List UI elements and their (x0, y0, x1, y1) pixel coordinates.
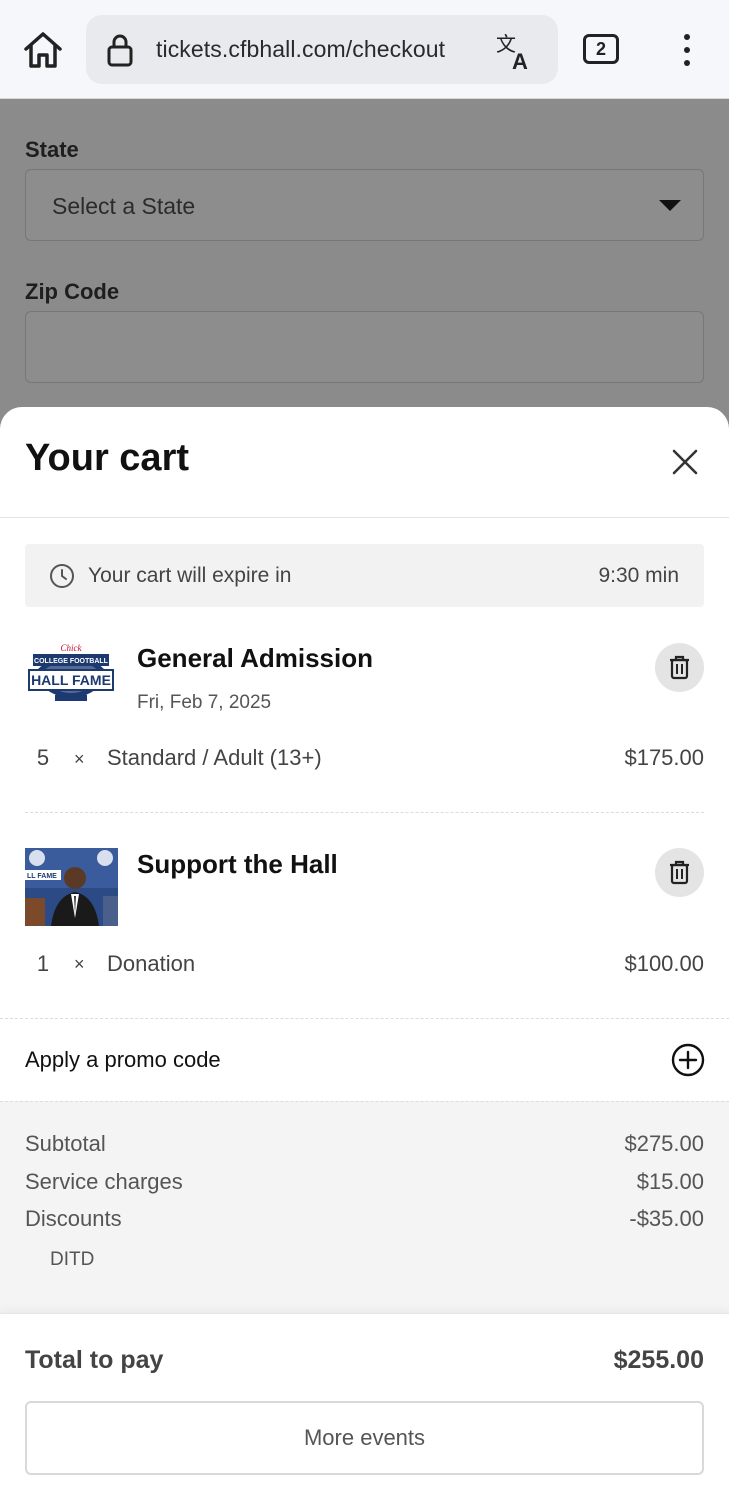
url-text[interactable]: tickets.cfbhall.com/checkout (156, 15, 445, 84)
svg-text:A: A (512, 49, 528, 71)
expiry-label: Your cart will expire in (88, 564, 292, 587)
line-quantity: 5 (36, 745, 50, 770)
chevron-down-icon (659, 200, 681, 211)
times-symbol: × (74, 749, 85, 769)
svg-text:COLLEGE FOOTBALL: COLLEGE FOOTBALL (34, 658, 109, 665)
service-charges-value: $15.00 (636, 1169, 704, 1194)
cart-expiry-banner: Your cart will expire in 9:30 min (25, 544, 704, 607)
state-select-placeholder: Select a State (52, 193, 196, 219)
times-symbol: × (74, 954, 85, 974)
expiry-timer: 9:30 min (598, 564, 679, 587)
summary-divider (0, 1101, 729, 1102)
discounts-value: -$35.00 (629, 1206, 704, 1231)
discount-code: DITD (50, 1249, 95, 1270)
checkout-form-background: State Select a State Zip Code (0, 99, 729, 419)
discounts-label: Discounts (25, 1206, 122, 1231)
lock-icon[interactable] (106, 32, 134, 68)
line-price: $100.00 (624, 951, 704, 976)
order-summary: Subtotal $275.00 Service charges $15.00 … (0, 1101, 729, 1313)
hall-of-fame-logo: HALL FAME COLLEGE FOOTBALL Chick (25, 640, 118, 720)
svg-text:LL FAME: LL FAME (27, 873, 57, 880)
subtotal-value: $275.00 (624, 1131, 704, 1156)
total-value: $255.00 (613, 1346, 704, 1374)
home-icon[interactable] (22, 30, 64, 70)
line-description: Standard / Adult (13+) (107, 745, 322, 770)
browser-toolbar: tickets.cfbhall.com/checkout 文A 2 (0, 0, 729, 99)
close-icon[interactable] (668, 445, 702, 479)
address-bar[interactable]: tickets.cfbhall.com/checkout 文A (86, 15, 558, 84)
add-circle-icon[interactable] (671, 1043, 705, 1077)
state-select[interactable]: Select a State (25, 169, 704, 241)
cart-title: Your cart (25, 437, 190, 479)
clock-icon (49, 563, 75, 589)
item-title: Support the Hall (137, 849, 338, 879)
total-label: Total to pay (25, 1346, 164, 1374)
trash-icon (670, 860, 689, 885)
item-date: Fri, Feb 7, 2025 (137, 692, 272, 713)
svg-text:HALL FAME: HALL FAME (31, 672, 111, 688)
remove-item-button[interactable] (655, 643, 704, 692)
line-price: $175.00 (624, 745, 704, 770)
more-vert-icon[interactable] (678, 32, 696, 68)
item-divider (25, 812, 704, 813)
tabs-icon[interactable]: 2 (583, 34, 619, 64)
more-events-button[interactable]: More events (25, 1401, 704, 1475)
zip-field[interactable] (25, 311, 704, 383)
promo-code-toggle[interactable]: Apply a promo code (0, 1019, 729, 1101)
cart-sheet: Your cart Your cart will expire in 9:30 … (0, 407, 729, 1500)
hall-of-fame-photo: LL FAME (25, 848, 118, 926)
state-label: State (25, 137, 79, 162)
cart-footer: Total to pay $255.00 More events (0, 1313, 729, 1500)
service-charges-label: Service charges (25, 1169, 183, 1194)
subtotal-label: Subtotal (25, 1131, 106, 1156)
promo-code-label[interactable]: Apply a promo code (25, 1019, 221, 1101)
svg-text:Chick: Chick (61, 643, 83, 653)
item-title: General Admission (137, 643, 373, 673)
line-quantity: 1 (36, 951, 50, 976)
divider (0, 517, 729, 518)
zip-label: Zip Code (25, 279, 120, 304)
line-description: Donation (107, 951, 196, 976)
remove-item-button[interactable] (655, 848, 704, 897)
translate-icon[interactable]: 文A (496, 31, 536, 74)
trash-icon (670, 655, 689, 680)
